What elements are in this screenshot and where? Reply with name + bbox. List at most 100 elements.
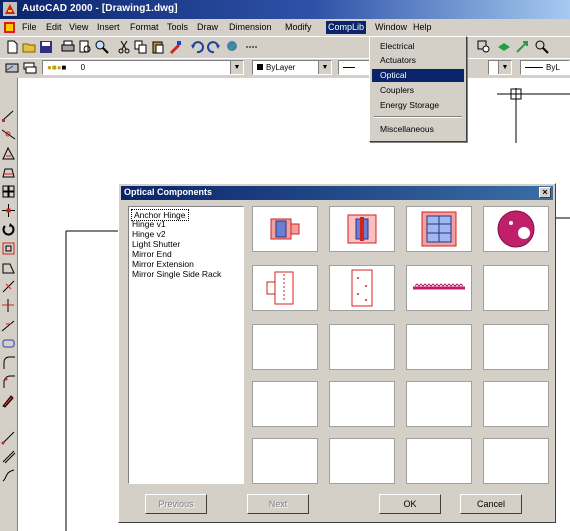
menu-insert[interactable]: Insert: [95, 21, 122, 34]
lineweight-combo[interactable]: ▼: [488, 60, 512, 75]
match-properties-icon[interactable]: [167, 39, 183, 55]
scale-icon[interactable]: [1, 241, 16, 256]
new-icon[interactable]: [4, 39, 20, 55]
preview-empty[interactable]: [252, 381, 318, 427]
menu-complib[interactable]: CompLib: [326, 21, 367, 34]
redo-icon[interactable]: [206, 39, 222, 55]
autocad-app-icon[interactable]: [3, 2, 17, 16]
menu-item-optical[interactable]: Optical: [372, 69, 464, 82]
preview-empty[interactable]: [252, 438, 318, 484]
open-icon[interactable]: [21, 39, 37, 55]
multiline-icon[interactable]: [1, 449, 16, 464]
preview-empty[interactable]: [406, 381, 472, 427]
menu-item-actuators[interactable]: Actuators: [372, 54, 464, 67]
print-preview-icon[interactable]: [77, 39, 93, 55]
linetype-combo[interactable]: ByL: [520, 60, 570, 75]
ok-button[interactable]: OK: [379, 494, 441, 514]
menu-file[interactable]: File: [20, 21, 39, 34]
preview-empty[interactable]: [252, 324, 318, 370]
hyperlink-icon[interactable]: [225, 39, 241, 55]
preview-empty[interactable]: [483, 381, 549, 427]
list-item[interactable]: Mirror Single Side Rack: [132, 269, 221, 279]
layer-combo[interactable]: ●■●■ 0 ▼: [42, 60, 244, 75]
menu-format[interactable]: Format: [128, 21, 161, 34]
zoom-window-icon[interactable]: [476, 39, 492, 55]
preview-empty[interactable]: [483, 324, 549, 370]
paste-icon[interactable]: [150, 39, 166, 55]
break-icon[interactable]: [1, 317, 16, 332]
cancel-button[interactable]: Cancel: [460, 494, 522, 514]
preview-empty[interactable]: [329, 324, 395, 370]
list-item[interactable]: Hinge v1: [132, 219, 166, 229]
preview-light-shutter[interactable]: [483, 206, 549, 252]
menu-item-couplers[interactable]: Couplers: [372, 84, 464, 97]
list-item[interactable]: Mirror Extension: [132, 259, 194, 269]
color-combo[interactable]: ByLayer ▼: [252, 60, 332, 75]
pan-realtime-icon[interactable]: [514, 39, 530, 55]
line-icon[interactable]: [1, 108, 16, 123]
linetype-combo-left[interactable]: [338, 60, 372, 75]
close-icon[interactable]: ×: [539, 187, 551, 198]
previous-button[interactable]: Previous: [145, 494, 207, 514]
preview-mirror-extension[interactable]: [329, 265, 395, 311]
move-icon[interactable]: [1, 203, 16, 218]
menu-item-miscellaneous[interactable]: Miscellaneous: [372, 123, 464, 136]
cut-icon[interactable]: [116, 39, 132, 55]
color-dropdown-arrow-icon[interactable]: ▼: [318, 61, 331, 74]
save-icon[interactable]: [38, 39, 54, 55]
preview-empty[interactable]: [406, 438, 472, 484]
extend-icon[interactable]: [1, 298, 16, 313]
rectangle-icon[interactable]: [1, 184, 16, 199]
menu-tools[interactable]: Tools: [165, 21, 190, 34]
fillet-icon[interactable]: [1, 355, 16, 370]
tracking-icon[interactable]: [244, 39, 260, 55]
polygon-icon[interactable]: [1, 165, 16, 180]
preview-hinge-v2[interactable]: [406, 206, 472, 252]
trim-icon[interactable]: [1, 279, 16, 294]
menu-help[interactable]: Help: [411, 21, 434, 34]
zoom-realtime-icon[interactable]: [534, 39, 550, 55]
list-item[interactable]: Mirror End: [132, 249, 172, 259]
menu-modify[interactable]: Modify: [283, 21, 314, 34]
component-list[interactable]: Anchor Hinge Hinge v1 Hinge v2 Light Shu…: [128, 206, 244, 484]
pencil-icon[interactable]: [1, 393, 16, 408]
list-item[interactable]: Light Shutter: [132, 239, 180, 249]
polyline-icon[interactable]: [1, 146, 16, 161]
list-item[interactable]: Hinge v2: [132, 229, 166, 239]
menu-item-electrical[interactable]: Electrical: [372, 40, 464, 53]
preview-mirror-single-side-rack[interactable]: [406, 265, 472, 311]
preview-anchor-hinge[interactable]: [252, 206, 318, 252]
menu-item-energy-storage[interactable]: Energy Storage: [372, 99, 464, 112]
undo-icon[interactable]: [189, 39, 205, 55]
ray-icon[interactable]: [1, 430, 16, 445]
menu-dimension[interactable]: Dimension: [227, 21, 274, 34]
layers-icon[interactable]: [22, 60, 38, 76]
color-combo-value: ByLayer: [266, 63, 296, 72]
next-button[interactable]: Next: [247, 494, 309, 514]
find-icon[interactable]: [94, 39, 110, 55]
menu-view[interactable]: View: [67, 21, 90, 34]
document-icon[interactable]: [3, 21, 16, 34]
preview-empty[interactable]: [406, 324, 472, 370]
preview-hinge-v1[interactable]: [329, 206, 395, 252]
menu-window[interactable]: Window: [373, 21, 409, 34]
preview-empty[interactable]: [329, 381, 395, 427]
make-object-layer-current-icon[interactable]: [4, 60, 20, 76]
preview-mirror-end[interactable]: [252, 265, 318, 311]
stretch-icon[interactable]: [1, 260, 16, 275]
menu-draw[interactable]: Draw: [195, 21, 220, 34]
spline-icon[interactable]: [1, 468, 16, 483]
preview-empty[interactable]: [329, 438, 395, 484]
rotate-icon[interactable]: [1, 222, 16, 237]
chamfer-icon[interactable]: [1, 336, 16, 351]
preview-empty[interactable]: [483, 265, 549, 311]
lineweight-dropdown-arrow-icon[interactable]: ▼: [498, 61, 511, 74]
copy-icon[interactable]: [133, 39, 149, 55]
arc-icon[interactable]: [1, 374, 16, 389]
print-icon[interactable]: [60, 39, 76, 55]
aerial-view-icon[interactable]: [496, 39, 512, 55]
preview-empty[interactable]: [483, 438, 549, 484]
layer-dropdown-arrow-icon[interactable]: ▼: [230, 61, 243, 74]
menu-edit[interactable]: Edit: [44, 21, 64, 34]
construction-line-icon[interactable]: [1, 127, 16, 142]
